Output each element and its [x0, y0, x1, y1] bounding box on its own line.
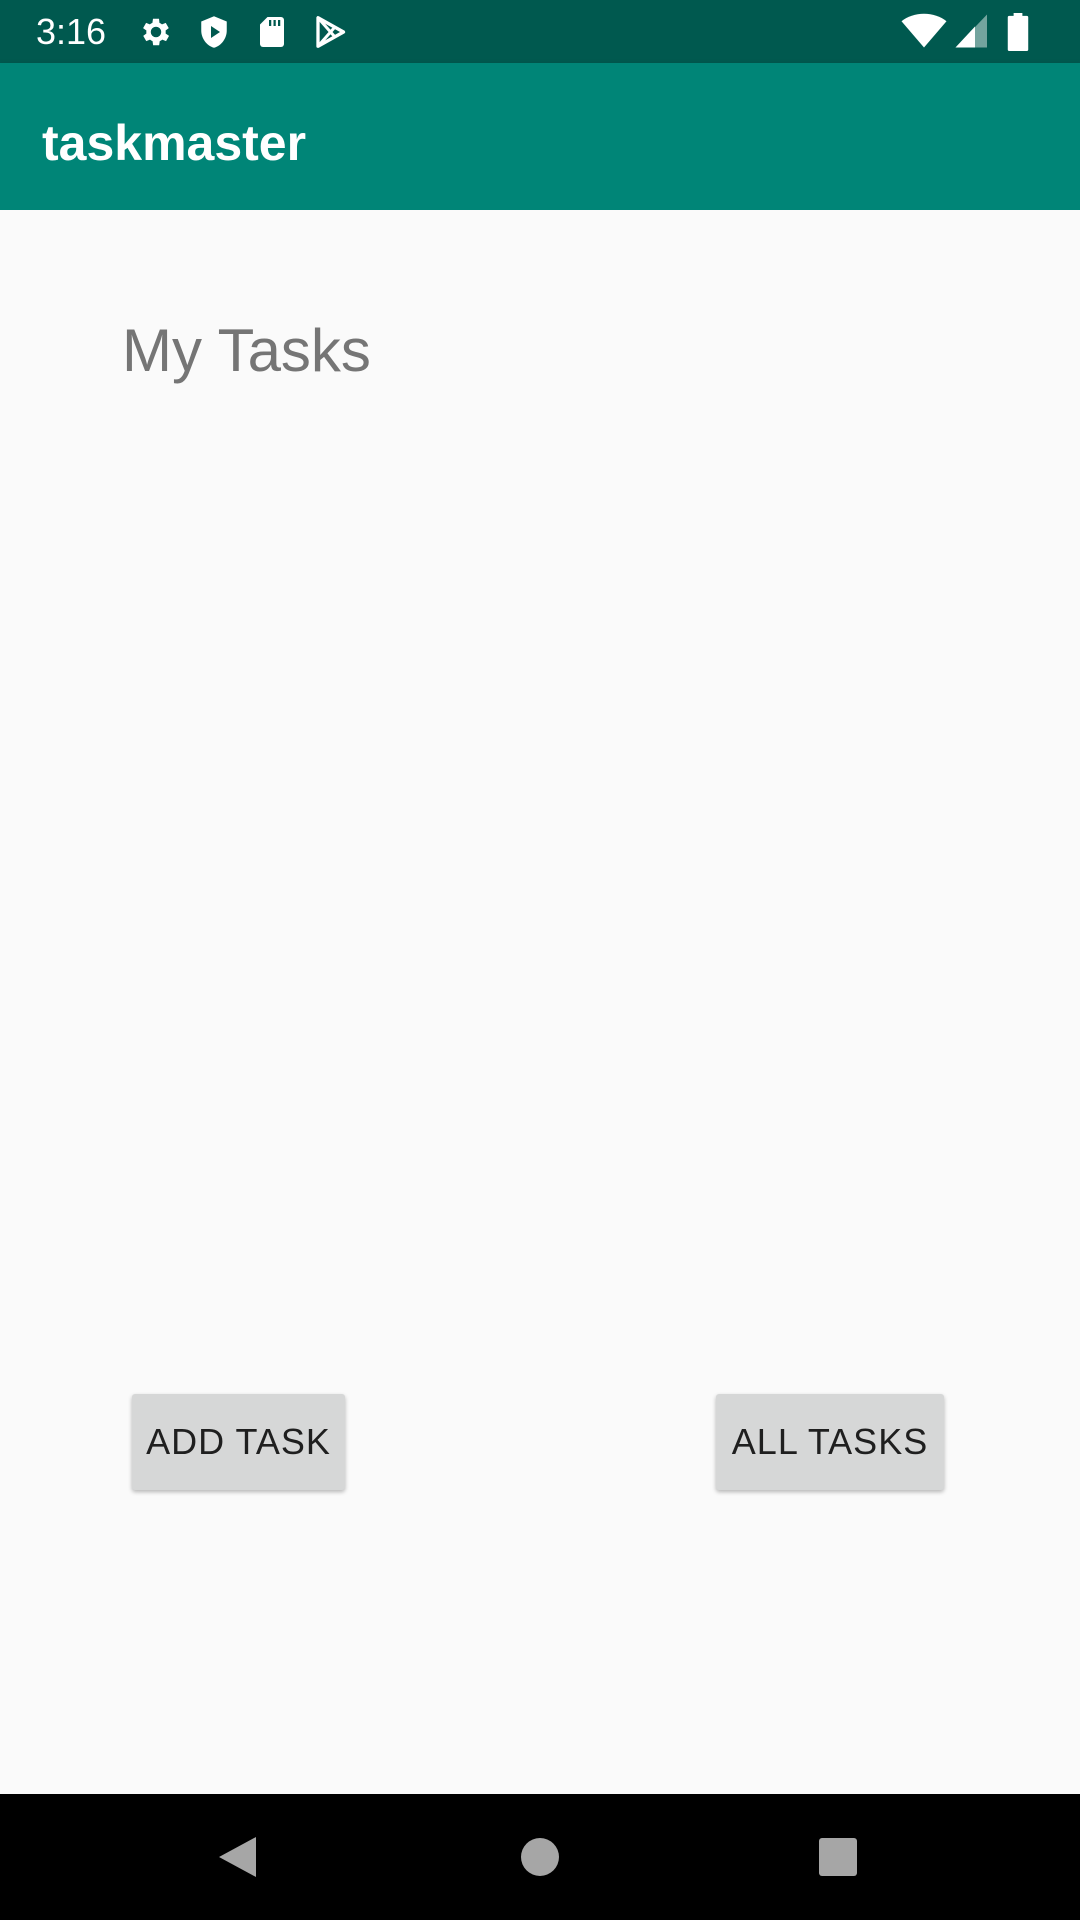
app-bar: taskmaster — [0, 63, 1080, 210]
back-icon[interactable] — [216, 1833, 264, 1881]
recents-icon[interactable] — [814, 1833, 862, 1881]
shield-icon — [201, 16, 227, 48]
home-icon[interactable] — [516, 1833, 564, 1881]
all-tasks-button[interactable]: ALL TASKS — [716, 1394, 944, 1490]
wifi-icon — [901, 13, 947, 48]
sd-card-icon — [260, 17, 284, 47]
cell-signal-icon — [955, 14, 987, 48]
settings-icon — [143, 18, 170, 46]
status-time: 3:16 — [36, 11, 107, 52]
battery-icon — [1007, 13, 1029, 51]
app-title: taskmaster — [42, 115, 307, 171]
status-icons-right — [880, 13, 1080, 51]
add-task-button[interactable]: ADD TASK — [132, 1394, 345, 1490]
status-bar: 3:16 — [0, 0, 1080, 63]
page-title: My Tasks — [122, 317, 371, 384]
navigation-bar — [0, 1794, 1080, 1920]
main-content: My Tasks ADD TASK ALL TASKS — [0, 210, 1080, 1794]
play-store-icon — [316, 16, 346, 48]
